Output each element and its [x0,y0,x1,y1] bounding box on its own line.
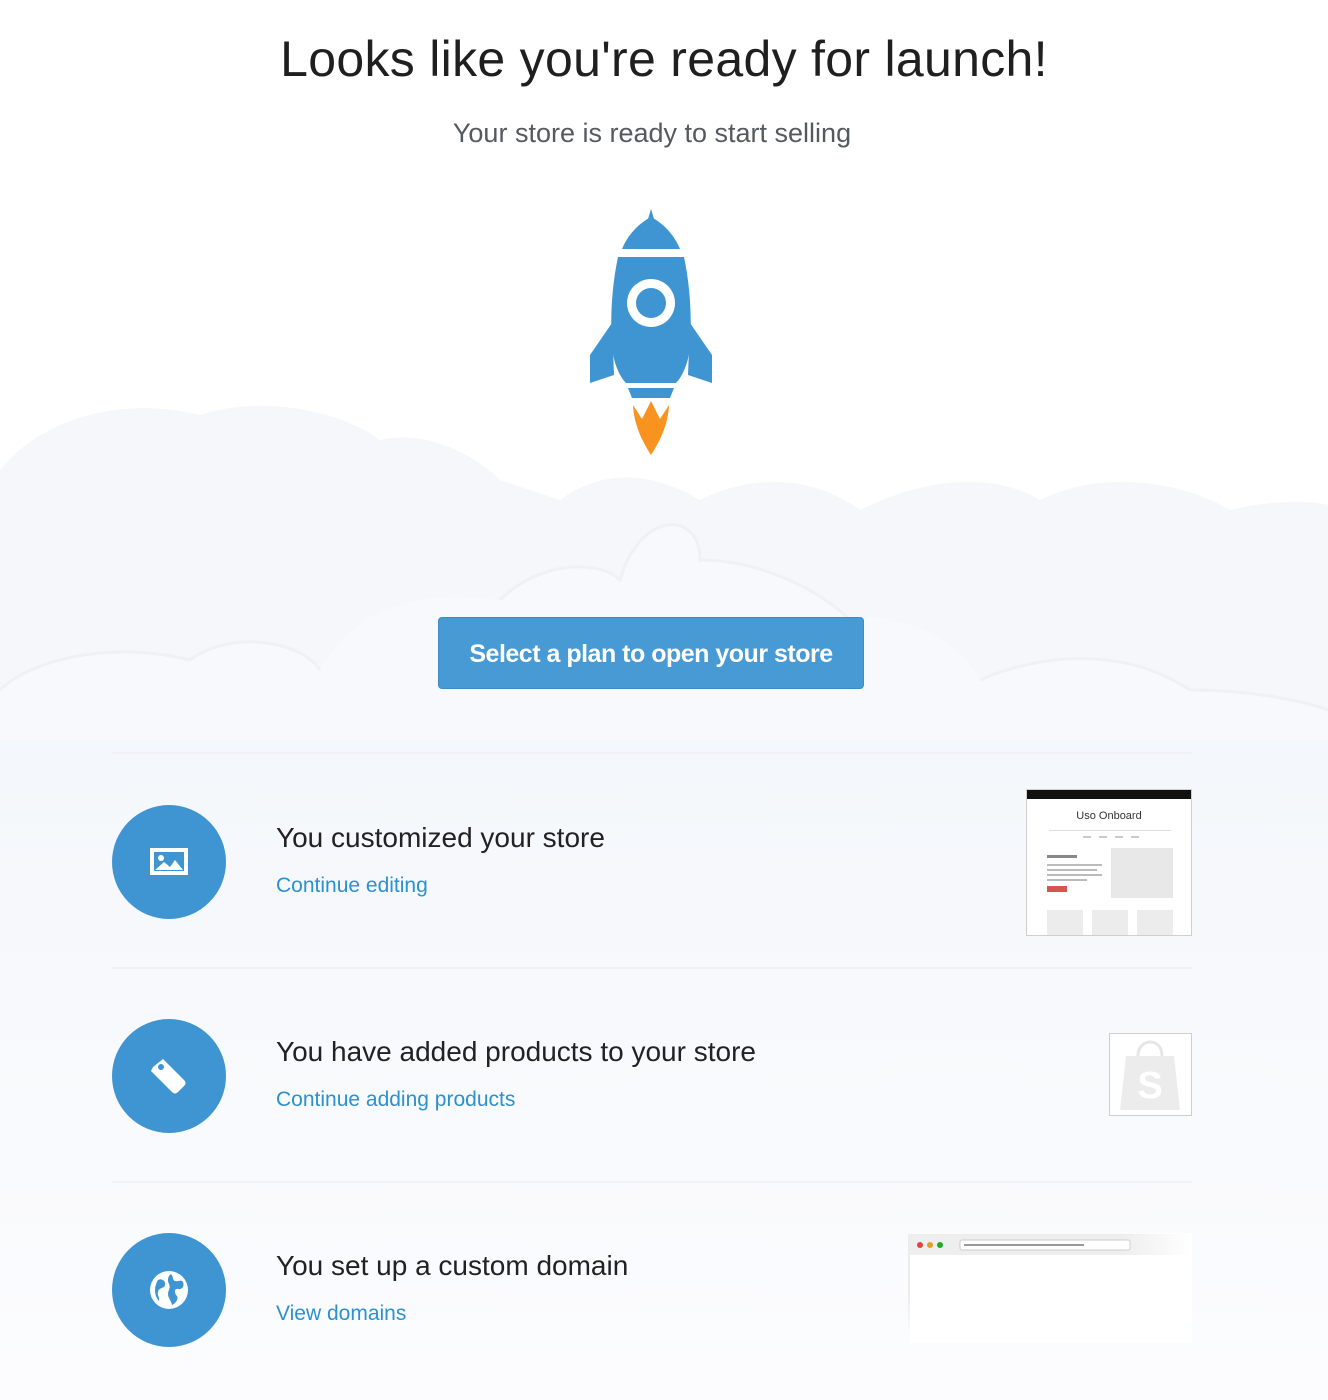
task-title: You customized your store [276,822,605,853]
page-subtitle: Your store is ready to start selling [452,118,852,148]
preview-layout-graphic [1047,830,1173,935]
page-title: Looks like you're ready for launch! [280,31,1048,87]
shopify-bag-thumbnail: S [1109,1033,1192,1116]
divider [112,967,1192,969]
divider [112,1181,1192,1183]
launch-page: Looks like you're ready for launch! Your… [0,0,1328,1400]
image-icon [150,848,188,875]
globe-icon [150,1271,188,1309]
continue-editing-link[interactable]: Continue editing [276,874,428,898]
continue-adding-products-link[interactable]: Continue adding products [276,1088,515,1112]
theme-preview-thumbnail[interactable]: Uso Onboard [1026,789,1192,936]
browser-preview-thumbnail [908,1233,1192,1343]
task-title: You set up a custom domain [276,1250,629,1281]
task-icon-circle [112,1233,226,1347]
task-icon-circle [112,1019,226,1133]
task-title: You have added products to your store [276,1036,756,1067]
select-plan-button[interactable]: Select a plan to open your store [438,617,864,689]
svg-text:S: S [1137,1065,1162,1107]
tag-icon [151,1059,186,1094]
rocket-icon [590,209,712,455]
view-domains-link[interactable]: View domains [276,1302,406,1326]
divider [112,752,1192,754]
task-icon-circle [112,805,226,919]
shopify-bag-icon: S [1120,1040,1180,1110]
browser-window-graphic [908,1233,1192,1343]
